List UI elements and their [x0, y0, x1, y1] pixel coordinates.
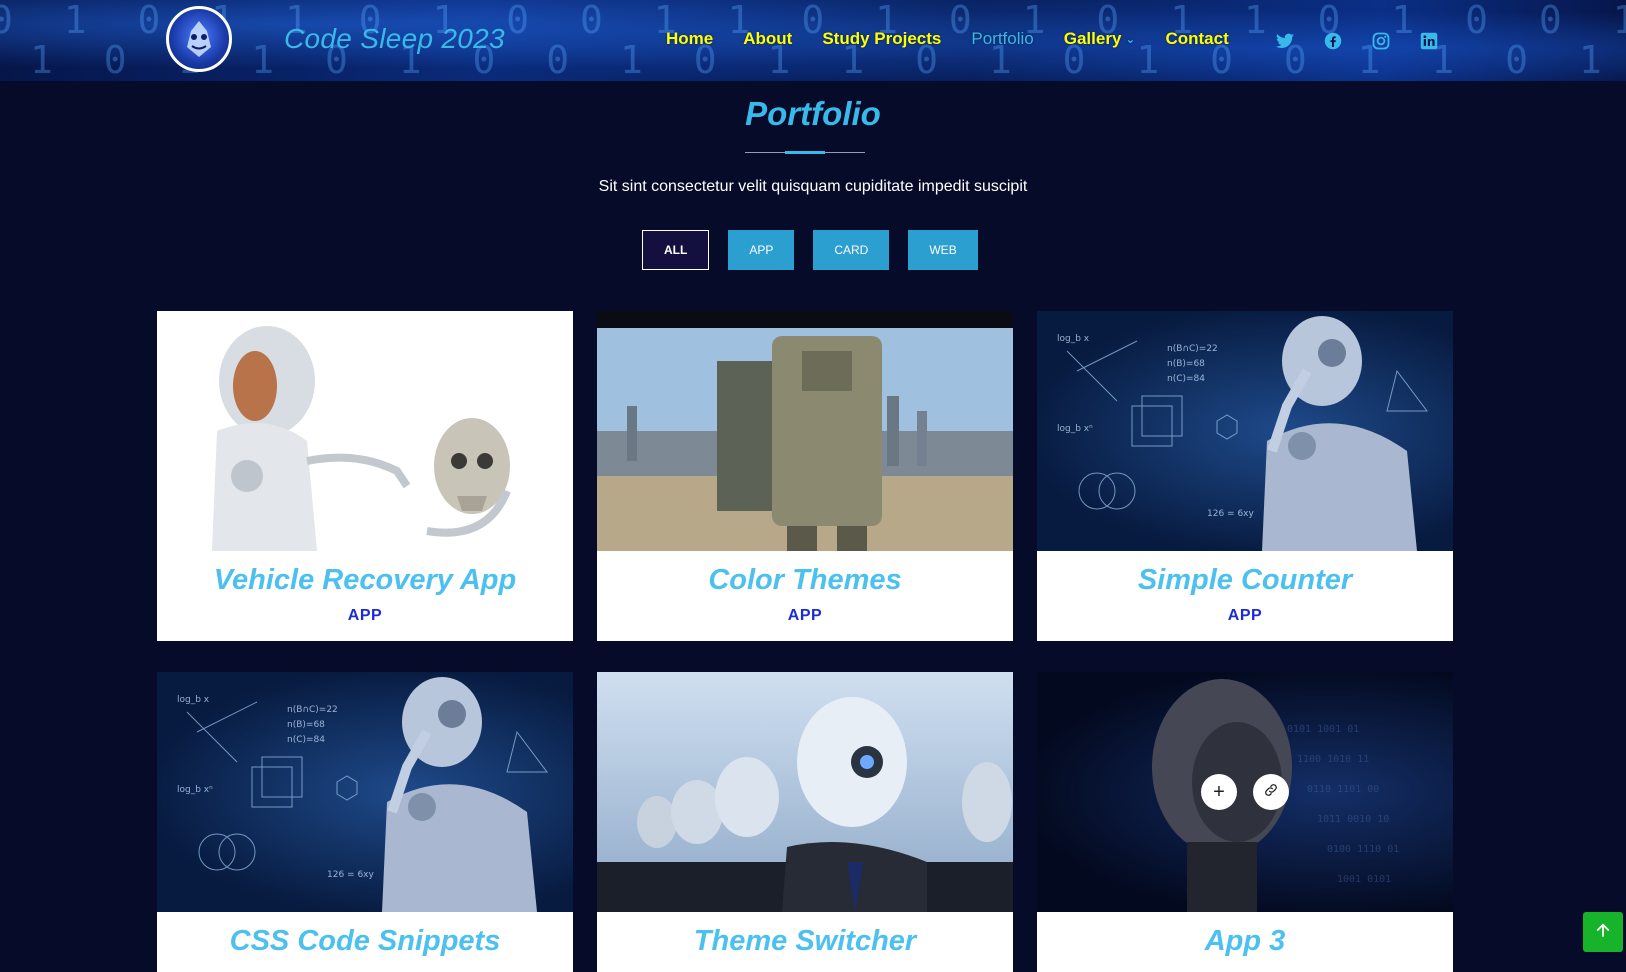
- svg-text:n(B)=68: n(B)=68: [1167, 359, 1205, 369]
- nav-about[interactable]: About: [743, 29, 792, 49]
- portfolio-item[interactable]: log_b x n(B∩C)=22 n(B)=68 n(C)=84 log_b xⁿ 1…: [157, 672, 573, 972]
- section-title: Portfolio: [745, 95, 881, 132]
- svg-text:n(B∩C)=22: n(B∩C)=22: [287, 705, 338, 715]
- svg-text:log_b xⁿ: log_b xⁿ: [1057, 424, 1093, 434]
- nav-gallery-label: Gallery: [1063, 29, 1122, 48]
- zoom-plus-button[interactable]: +: [1201, 774, 1237, 810]
- chevron-down-icon: ⌄: [1125, 32, 1136, 46]
- title-divider-accent: [785, 151, 825, 154]
- link-icon: [1263, 781, 1279, 804]
- filter-card[interactable]: CARD: [813, 230, 890, 270]
- portfolio-filters: ALL APP CARD WEB: [642, 230, 997, 270]
- portfolio-item-title: Color Themes: [708, 564, 902, 596]
- portfolio-item[interactable]: 0101 1001 011100 1010 11 0110 1101 00101…: [1037, 672, 1453, 972]
- svg-text:n(C)=84: n(C)=84: [287, 735, 325, 745]
- social-links: [1275, 31, 1439, 51]
- svg-text:n(B∩C)=22: n(B∩C)=22: [1167, 344, 1218, 354]
- portfolio-item-title: App 3: [1204, 925, 1286, 957]
- svg-text:126 = 6xy: 126 = 6xy: [1207, 509, 1254, 519]
- site-logo[interactable]: [166, 6, 232, 72]
- filter-all[interactable]: ALL: [642, 230, 710, 270]
- nav-home[interactable]: Home: [666, 29, 713, 49]
- portfolio-image: [597, 672, 1013, 912]
- instagram-icon[interactable]: [1371, 31, 1391, 51]
- nav-portfolio[interactable]: Portfolio: [971, 29, 1033, 49]
- portfolio-item-category: APP: [1227, 607, 1263, 624]
- plus-icon: +: [1213, 780, 1225, 803]
- back-to-top-button[interactable]: [1583, 912, 1623, 952]
- portfolio-item[interactable]: Color Themes APP: [597, 311, 1013, 641]
- portfolio-item-title: Theme Switcher: [693, 925, 917, 957]
- filter-web[interactable]: WEB: [908, 230, 978, 270]
- details-link-button[interactable]: [1253, 774, 1289, 810]
- nav-study-projects[interactable]: Study Projects: [822, 29, 941, 49]
- portfolio-image: [157, 311, 573, 551]
- brand-name[interactable]: Code Sleep 2023: [284, 23, 505, 55]
- portfolio-item[interactable]: Vehicle Recovery App APP: [157, 311, 573, 641]
- portfolio-item[interactable]: log_b x n(B∩C)=22 n(B)=68 n(C)=84 log_b xⁿ 1…: [1037, 311, 1453, 641]
- facebook-icon[interactable]: [1323, 31, 1343, 51]
- portfolio-item-title: Simple Counter: [1137, 564, 1353, 596]
- portfolio-item-title: CSS Code Snippets: [229, 925, 501, 957]
- filter-app[interactable]: APP: [728, 230, 795, 270]
- portfolio-image: log_b x n(B∩C)=22 n(B)=68 n(C)=84 log_b xⁿ 1…: [1037, 311, 1453, 551]
- linkedin-icon[interactable]: [1419, 31, 1439, 51]
- nav-contact[interactable]: Contact: [1165, 29, 1228, 49]
- portfolio-item-category: APP: [787, 607, 823, 624]
- svg-text:126 = 6xy: 126 = 6xy: [327, 870, 374, 880]
- portfolio-item-category: APP: [347, 607, 383, 624]
- portfolio-item[interactable]: Theme Switcher: [597, 672, 1013, 972]
- svg-text:log_b x: log_b x: [1057, 334, 1090, 344]
- twitter-icon[interactable]: [1275, 31, 1295, 51]
- svg-text:n(C)=84: n(C)=84: [1167, 374, 1205, 384]
- portfolio-image: log_b x n(B∩C)=22 n(B)=68 n(C)=84 log_b xⁿ 1…: [157, 672, 573, 912]
- section-subtitle: Sit sint consectetur velit quisquam cupi…: [598, 178, 1028, 195]
- main-nav: Home About Study Projects Portfolio Gall…: [666, 29, 1259, 49]
- portfolio-image: 0101 1001 011100 1010 11 0110 1101 00101…: [1037, 672, 1453, 912]
- arrow-up-icon: [1594, 921, 1612, 944]
- svg-text:log_b x: log_b x: [177, 695, 210, 705]
- site-header: 0 1 0 1 1 0 1 0 0 1 1 0 1 0 1 0 1 1 0 1 …: [0, 0, 1626, 81]
- portfolio-image: [597, 311, 1013, 551]
- portfolio-item-title: Vehicle Recovery App: [213, 564, 517, 596]
- svg-text:log_b xⁿ: log_b xⁿ: [177, 785, 213, 795]
- svg-text:n(B)=68: n(B)=68: [287, 720, 325, 730]
- nav-gallery[interactable]: Gallery ⌄: [1064, 29, 1136, 49]
